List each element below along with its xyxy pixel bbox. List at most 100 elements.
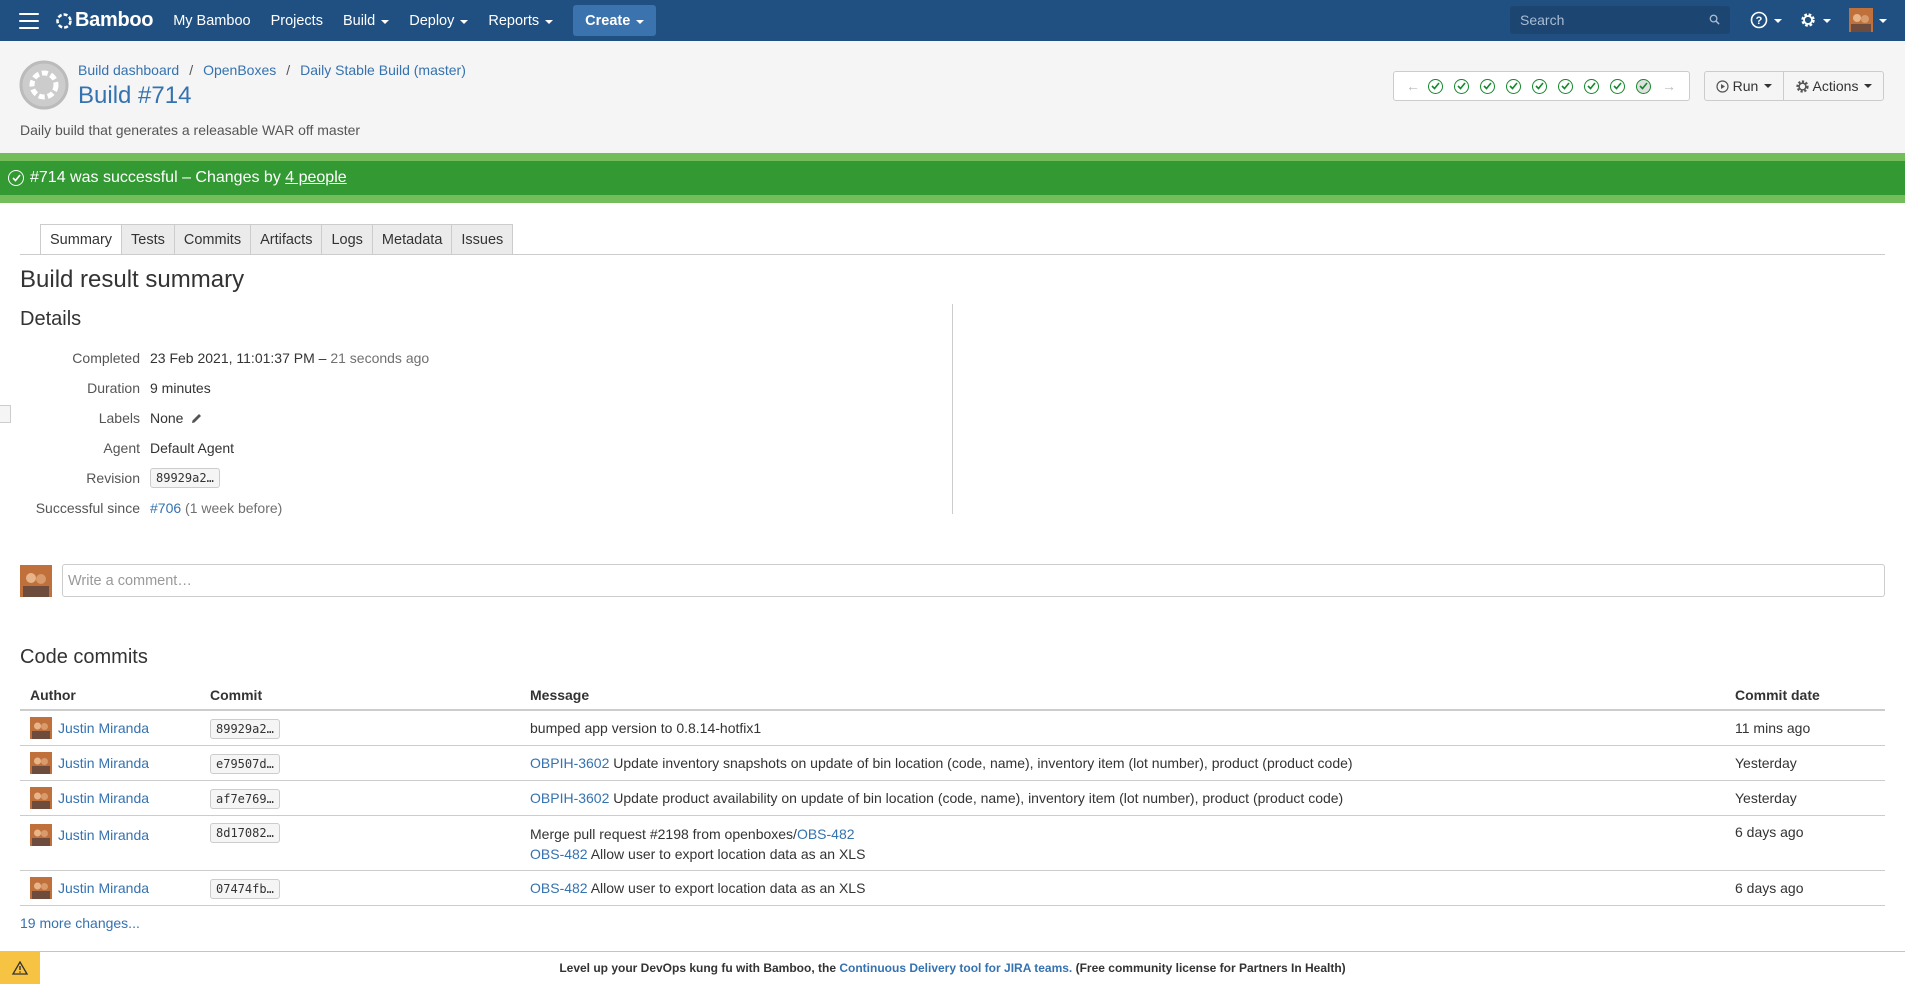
- build-success-icon[interactable]: [1428, 78, 1443, 94]
- author-cell: Justin Miranda: [20, 815, 200, 871]
- build-success-icon-current[interactable]: [1636, 78, 1651, 94]
- status-bar-top: [0, 153, 1905, 161]
- author-cell: Justin Miranda: [20, 710, 200, 746]
- detail-value: 89929a2…: [150, 468, 220, 488]
- author-link[interactable]: Justin Miranda: [58, 880, 149, 896]
- sidebar-toggle[interactable]: [0, 405, 11, 423]
- build-success-icon[interactable]: [1584, 78, 1599, 94]
- message-cell: OBPIH-3602 Update product availability o…: [520, 780, 1725, 816]
- avatar: [30, 876, 52, 899]
- nav-deploy-label: Deploy: [409, 12, 455, 29]
- commit-message: Allow user to export location data as an…: [587, 879, 866, 896]
- since-build-link[interactable]: #706: [150, 500, 181, 516]
- more-changes-link[interactable]: 19 more changes...: [20, 915, 140, 931]
- column-header-message: Message: [520, 680, 1725, 711]
- nav-build[interactable]: Build: [343, 13, 390, 29]
- nav-my-bamboo[interactable]: My Bamboo: [173, 13, 250, 29]
- commit-cell: af7e769…: [200, 780, 520, 816]
- commit-hash[interactable]: af7e769…: [210, 788, 280, 809]
- pencil-icon[interactable]: [190, 412, 203, 425]
- menu-icon[interactable]: [19, 12, 39, 29]
- run-button[interactable]: Run: [1704, 71, 1784, 101]
- author-cell: Justin Miranda: [20, 745, 200, 781]
- search-placeholder: Search: [1520, 12, 1565, 28]
- chevron-down-icon: [460, 19, 469, 24]
- detail-value: None: [150, 410, 203, 426]
- comment-input[interactable]: Write a comment…: [62, 564, 1885, 597]
- tab-metadata[interactable]: Metadata: [372, 224, 453, 255]
- avatar: [30, 786, 52, 809]
- tab-artifacts[interactable]: Artifacts: [251, 224, 323, 255]
- nav-deploy[interactable]: Deploy: [409, 12, 469, 29]
- tab-issues[interactable]: Issues: [452, 224, 514, 255]
- issue-link[interactable]: OBPIH-3602: [530, 790, 609, 806]
- author-link[interactable]: Justin Miranda: [58, 827, 149, 843]
- footer-link[interactable]: Continuous Delivery tool for JIRA teams.: [839, 961, 1072, 975]
- commit-message-line-2: OBS-482 Allow user to export location da…: [530, 844, 1715, 864]
- build-success-icon[interactable]: [1610, 78, 1625, 94]
- build-success-icon[interactable]: [1532, 78, 1547, 94]
- brand-name: Bamboo: [75, 9, 154, 31]
- labels-link[interactable]: Labels: [20, 410, 150, 426]
- agent-link[interactable]: Default Agent: [150, 440, 234, 456]
- nav-reports[interactable]: Reports: [488, 13, 554, 29]
- issue-link[interactable]: OBS-482: [530, 880, 588, 896]
- result-tabs: Summary Tests Commits Artifacts Logs Met…: [40, 224, 514, 255]
- breadcrumb-plan[interactable]: Daily Stable Build (master): [300, 62, 466, 78]
- commit-message: bumped app version to 0.8.14-hotfix1: [530, 719, 762, 736]
- tab-commits[interactable]: Commits: [174, 224, 252, 255]
- commit-hash[interactable]: e79507d…: [210, 753, 280, 774]
- bamboo-logo[interactable]: Bamboo: [55, 9, 154, 32]
- help-menu[interactable]: ?: [1750, 11, 1782, 29]
- issue-link[interactable]: OBPIH-3602: [530, 755, 609, 771]
- table-row: Justin Miranda 89929a2… bumped app versi…: [20, 710, 1885, 746]
- detail-completed: Completed 23 Feb 2021, 11:01:37 PM – 21 …: [20, 343, 950, 373]
- date-cell: Yesterday: [1725, 745, 1885, 781]
- revision-code[interactable]: 89929a2…: [150, 468, 220, 488]
- tab-summary[interactable]: Summary: [40, 224, 123, 255]
- author: Justin Miranda: [30, 786, 190, 809]
- actions-button[interactable]: Actions: [1783, 71, 1884, 101]
- summary-heading: Build result summary: [20, 266, 245, 293]
- avatar: [20, 565, 52, 597]
- build-success-icon[interactable]: [1480, 78, 1495, 94]
- user-menu[interactable]: [1849, 8, 1887, 32]
- merge-message: Merge pull request #2198 from openboxes/: [530, 825, 797, 842]
- author-link[interactable]: Justin Miranda: [58, 720, 149, 736]
- breadcrumb-project[interactable]: OpenBoxes: [203, 62, 276, 78]
- avatar: [30, 823, 52, 846]
- issue-link[interactable]: OBS-482: [797, 826, 855, 842]
- commit-hash[interactable]: 89929a2…: [210, 718, 280, 739]
- nav-projects[interactable]: Projects: [271, 13, 323, 29]
- actions-label: Actions: [1812, 78, 1859, 94]
- issue-link[interactable]: OBS-482: [530, 846, 588, 862]
- run-label: Run: [1732, 78, 1759, 94]
- build-success-icon[interactable]: [1558, 78, 1573, 94]
- author-link[interactable]: Justin Miranda: [58, 790, 149, 806]
- build-success-icon[interactable]: [1506, 78, 1521, 94]
- tab-logs[interactable]: Logs: [322, 224, 373, 255]
- search-icon: [1709, 14, 1720, 25]
- changes-people-link[interactable]: 4 people: [285, 169, 346, 187]
- commit-hash[interactable]: 07474fb…: [210, 878, 280, 899]
- build-success-icon[interactable]: [1454, 78, 1469, 94]
- table-row: Justin Miranda 8d17082… Merge pull reque…: [20, 815, 1885, 871]
- details-heading: Details: [20, 308, 82, 330]
- status-text: #714 was successful – Changes by: [30, 169, 281, 186]
- table-row: Justin Miranda af7e769… OBPIH-3602 Updat…: [20, 780, 1885, 816]
- build-status-banner: #714 was successful – Changes by 4 peopl…: [0, 161, 1905, 195]
- breadcrumb-build-dashboard[interactable]: Build dashboard: [78, 62, 179, 78]
- author-link[interactable]: Justin Miranda: [58, 755, 149, 771]
- next-build-arrow-icon[interactable]: →: [1660, 78, 1678, 94]
- search-input[interactable]: Search: [1510, 6, 1730, 34]
- gear-icon: [1801, 13, 1815, 27]
- message-cell: OBS-482 Allow user to export location da…: [520, 870, 1725, 906]
- commit-hash[interactable]: 8d17082…: [210, 822, 280, 843]
- create-button[interactable]: Create: [573, 5, 657, 36]
- previous-build-arrow-icon[interactable]: ←: [1404, 78, 1422, 94]
- warning-icon: [0, 951, 40, 984]
- page-title[interactable]: Build #714: [78, 82, 191, 110]
- tab-tests[interactable]: Tests: [122, 224, 175, 255]
- settings-menu[interactable]: [1799, 11, 1831, 29]
- license-footer: Level up your DevOps kung fu with Bamboo…: [0, 951, 1905, 984]
